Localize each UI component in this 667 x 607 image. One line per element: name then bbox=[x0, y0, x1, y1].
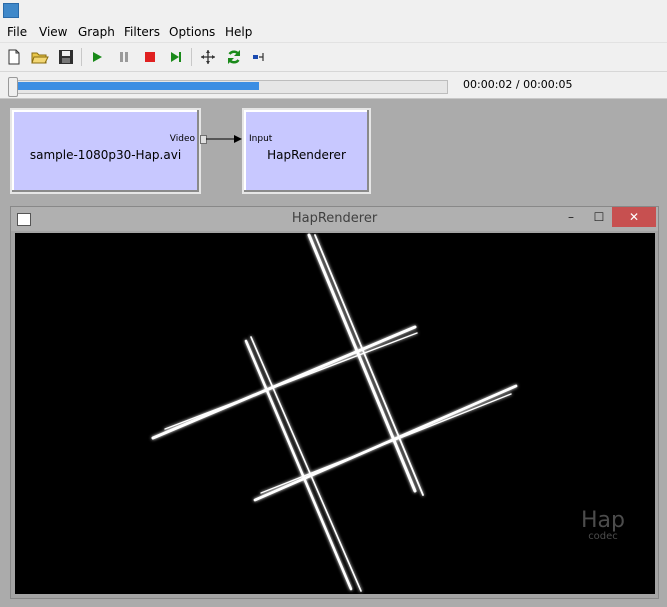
menu-file[interactable]: File bbox=[7, 25, 27, 39]
pin-label-video: Video bbox=[169, 134, 195, 144]
stop-icon[interactable] bbox=[140, 47, 160, 67]
video-frame bbox=[15, 233, 655, 594]
menu-bar: File View Graph Filters Options Help bbox=[0, 22, 667, 43]
minimize-button[interactable]: – bbox=[561, 207, 581, 227]
renderer-window: HapRenderer – ☐ ✕ Hap codec bbox=[10, 206, 659, 599]
menu-filters[interactable]: Filters bbox=[124, 25, 160, 39]
new-file-icon[interactable] bbox=[4, 47, 24, 67]
video-content bbox=[151, 233, 518, 592]
pin-connection-arrow bbox=[206, 135, 242, 143]
close-button[interactable]: ✕ bbox=[612, 207, 656, 227]
menu-options[interactable]: Options bbox=[169, 25, 215, 39]
maximize-button[interactable]: ☐ bbox=[588, 207, 610, 227]
arrange-icon[interactable] bbox=[198, 47, 218, 67]
menu-help[interactable]: Help bbox=[225, 25, 252, 39]
time-readout: 00:00:02 / 00:00:05 bbox=[463, 78, 573, 91]
hap-watermark-title: Hap bbox=[581, 508, 625, 533]
seek-mode-icon[interactable] bbox=[250, 47, 270, 67]
toolbar-separator bbox=[191, 48, 192, 66]
menu-graph[interactable]: Graph bbox=[78, 25, 115, 39]
toolbar-separator bbox=[81, 48, 82, 66]
filter-source[interactable]: sample-1080p30-Hap.avi Video bbox=[10, 108, 201, 194]
pin-label-input: Input bbox=[249, 134, 273, 144]
app-title-bar bbox=[0, 0, 667, 22]
seek-progress-fill bbox=[12, 82, 259, 90]
filter-renderer-name: HapRenderer bbox=[267, 148, 346, 162]
play-icon[interactable] bbox=[87, 47, 107, 67]
filter-renderer[interactable]: HapRenderer Input bbox=[242, 108, 371, 194]
save-disk-icon[interactable] bbox=[56, 47, 76, 67]
hap-watermark: Hap codec bbox=[581, 510, 625, 542]
app-icon bbox=[3, 3, 19, 18]
open-folder-icon[interactable] bbox=[30, 47, 50, 67]
menu-view[interactable]: View bbox=[39, 25, 67, 39]
seek-thumb[interactable] bbox=[8, 77, 18, 97]
hap-watermark-subtitle: codec bbox=[588, 531, 618, 542]
step-frame-icon[interactable] bbox=[166, 47, 186, 67]
pause-icon[interactable] bbox=[114, 47, 134, 67]
renderer-title-bar[interactable]: HapRenderer – ☐ ✕ bbox=[11, 207, 658, 231]
seek-panel: 00:00:02 / 00:00:05 bbox=[0, 72, 667, 99]
refresh-icon[interactable] bbox=[224, 47, 244, 67]
filter-source-name: sample-1080p30-Hap.avi bbox=[29, 148, 182, 162]
toolbar bbox=[0, 43, 667, 72]
